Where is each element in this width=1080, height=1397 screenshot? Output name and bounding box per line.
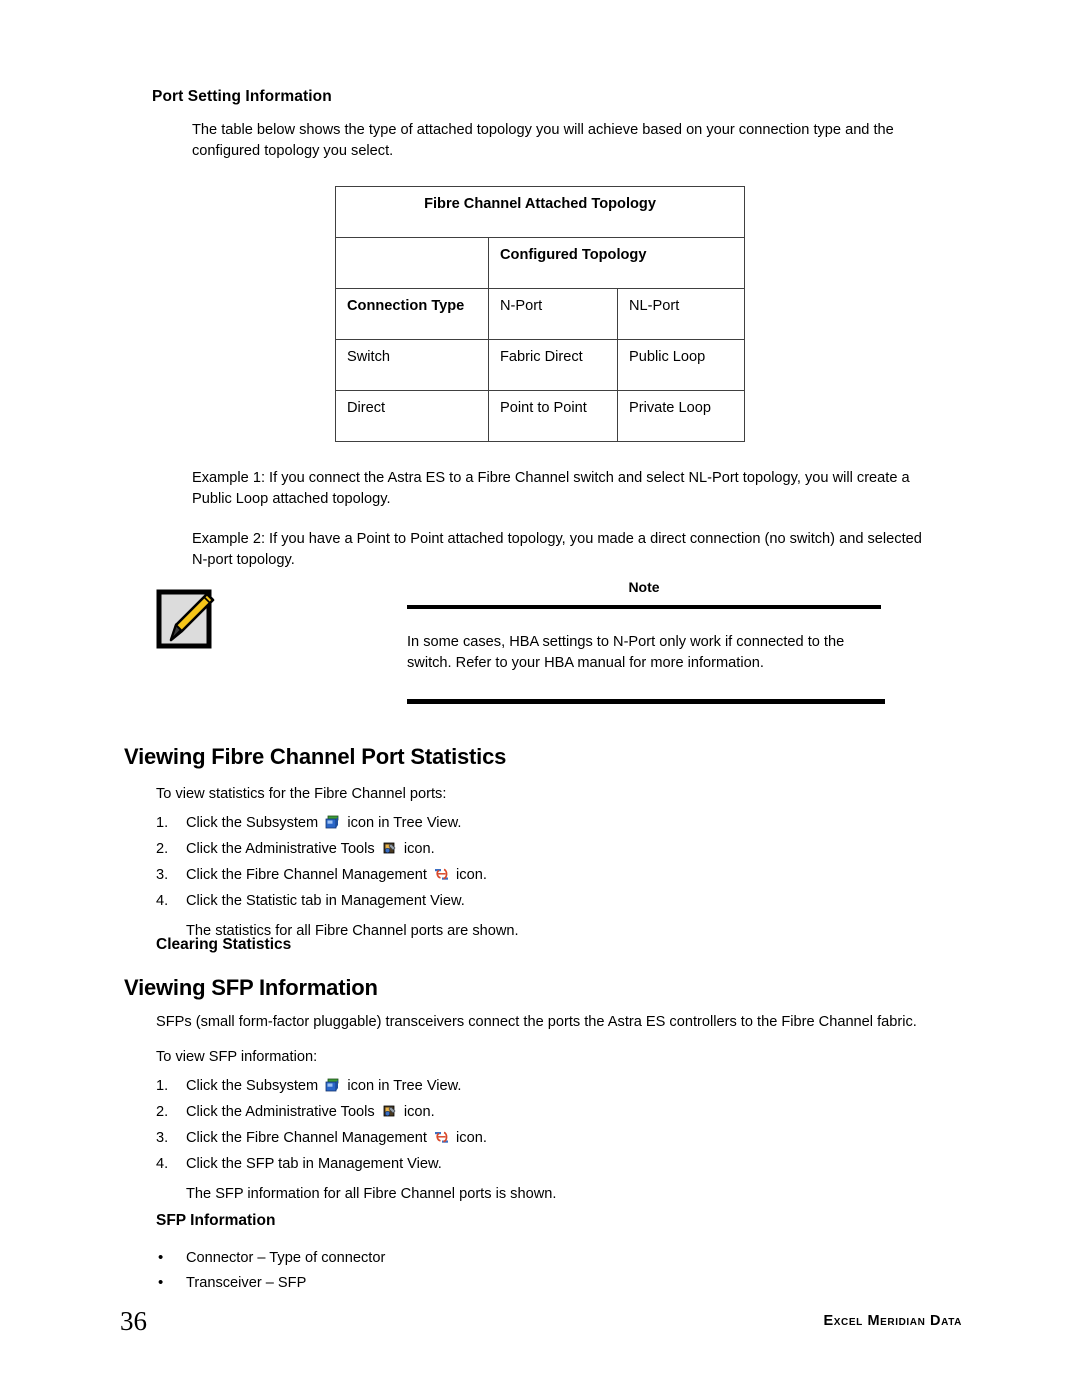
subsystem-icon xyxy=(325,815,340,830)
step-number: 3. xyxy=(156,1130,169,1146)
table-cell-n-port: Fabric Direct xyxy=(488,339,618,391)
step-text-pre: Click the Subsystem xyxy=(186,1078,319,1094)
note-body: In some cases, HBA settings to N-Port on… xyxy=(407,634,845,671)
section-viewing-sfp-information: Viewing SFP Information SFPs (small form… xyxy=(124,975,954,1205)
subsystem-icon xyxy=(325,1078,340,1093)
step-number: 4. xyxy=(156,893,169,909)
footer-brand: Excel Meridian Data xyxy=(823,1313,962,1329)
list-item: 4. Click the SFP tab in Management View. xyxy=(124,1154,954,1175)
section-viewing-port-statistics: Viewing Fibre Channel Port Statistics To… xyxy=(124,744,954,942)
table-row-header: Connection Type N-Port NL-Port xyxy=(335,288,746,340)
step-text-post: icon in Tree View. xyxy=(347,1078,462,1094)
step-number: 1. xyxy=(156,1078,169,1094)
table-cell-n-port: Point to Point xyxy=(488,390,618,442)
step-text-pre: Click the Administrative Tools xyxy=(186,1104,375,1120)
note-title: Note xyxy=(628,579,660,595)
administrative-tools-icon xyxy=(382,841,397,856)
list-item: 3. Click the Fibre Channel Management ic… xyxy=(124,865,954,886)
step-number: 2. xyxy=(156,841,169,857)
table-row: Direct Point to Point Private Loop xyxy=(335,390,746,442)
step-text-post: icon. xyxy=(403,841,435,857)
list-item: 1. Click the Subsystem icon in Tree View… xyxy=(124,813,954,834)
step-text-pre: Click the SFP tab in Management View. xyxy=(186,1156,442,1172)
examples-block: Example 1: If you connect the Astra ES t… xyxy=(192,468,934,590)
table-cell-connection: Direct xyxy=(335,390,489,442)
page-number: 36 xyxy=(120,1306,147,1336)
table-blank-cell xyxy=(335,237,489,289)
bullet-marker: • xyxy=(158,1274,164,1291)
sfp-heading: Viewing SFP Information xyxy=(124,975,378,1000)
stats-result-text: The statistics for all Fibre Channel por… xyxy=(186,923,519,939)
note-pencil-icon xyxy=(155,583,223,651)
administrative-tools-icon xyxy=(382,1104,397,1119)
example-1: Example 1: If you connect the Astra ES t… xyxy=(192,470,910,507)
example-2: Example 2: If you have a Point to Point … xyxy=(192,531,922,568)
sfp-result-text: The SFP information for all Fibre Channe… xyxy=(186,1186,557,1202)
bullet-marker: • xyxy=(158,1249,164,1266)
table-header-connection-type: Connection Type xyxy=(335,288,489,340)
clearing-statistics-heading: Clearing Statistics xyxy=(156,936,292,953)
sfp-information-heading: SFP Information xyxy=(156,1212,276,1229)
step-text-post: icon in Tree View. xyxy=(347,815,462,831)
port-setting-intro: The table below shows the type of attach… xyxy=(192,122,894,159)
list-item: 1. Click the Subsystem icon in Tree View… xyxy=(124,1076,954,1097)
section-port-setting: Port Setting Information The table below… xyxy=(152,88,952,162)
step-text-post: icon. xyxy=(456,1130,487,1146)
port-setting-heading: Port Setting Information xyxy=(152,88,332,105)
step-text-pre: Click the Statistic tab in Management Vi… xyxy=(186,893,465,909)
note-rule-bottom xyxy=(407,699,885,704)
note-rule-top xyxy=(407,605,881,609)
table-subheader-cell: Configured Topology xyxy=(487,237,746,289)
fibre-channel-management-icon xyxy=(434,1130,449,1145)
stats-lead: To view statistics for the Fibre Channel… xyxy=(156,786,447,802)
list-item: 4. Click the Statistic tab in Management… xyxy=(124,891,954,912)
step-text-pre: Click the Fibre Channel Management xyxy=(186,867,427,883)
step-number: 2. xyxy=(156,1104,169,1120)
table-row-subheader: Configured Topology xyxy=(335,237,746,289)
bullet-text: Transceiver – SFP xyxy=(186,1275,307,1291)
table-row-title: Fibre Channel Attached Topology xyxy=(334,186,746,238)
table-cell-nl-port: Public Loop xyxy=(616,339,746,391)
stats-step-list: 1. Click the Subsystem icon in Tree View… xyxy=(124,813,954,912)
sfp-lead: To view SFP information: xyxy=(156,1049,318,1065)
table-header-n-port: N-Port xyxy=(488,288,618,340)
sfp-intro: SFPs (small form-factor pluggable) trans… xyxy=(156,1014,917,1030)
list-item: 2. Click the Administrative Tools icon. xyxy=(124,1102,954,1123)
step-number: 1. xyxy=(156,815,169,831)
step-number: 4. xyxy=(156,1156,169,1172)
table-row: Switch Fabric Direct Public Loop xyxy=(335,339,746,391)
document-page: Port Setting Information The table below… xyxy=(0,0,1080,1397)
list-item: 3. Click the Fibre Channel Management ic… xyxy=(124,1128,954,1149)
note-callout: Note In some cases, HBA settings to N-Po… xyxy=(155,575,885,710)
list-item: 2. Click the Administrative Tools icon. xyxy=(124,839,954,860)
table-title-cell: Fibre Channel Attached Topology xyxy=(334,186,746,238)
topology-table: Fibre Channel Attached Topology Configur… xyxy=(334,186,746,442)
step-text-pre: Click the Administrative Tools xyxy=(186,841,375,857)
step-text-pre: Click the Fibre Channel Management xyxy=(186,1130,427,1146)
step-text-post: icon. xyxy=(403,1104,435,1120)
bullet-text: Connector – Type of connector xyxy=(186,1250,386,1266)
table-cell-connection: Switch xyxy=(335,339,489,391)
table-cell-nl-port: Private Loop xyxy=(616,390,746,442)
list-item: • Transceiver – SFP xyxy=(124,1273,724,1294)
table-header-nl-port: NL-Port xyxy=(616,288,746,340)
list-item: • Connector – Type of connector xyxy=(124,1248,724,1269)
sfp-information-bullet-list: • Connector – Type of connector • Transc… xyxy=(124,1248,724,1298)
stats-heading: Viewing Fibre Channel Port Statistics xyxy=(124,744,507,769)
step-text-pre: Click the Subsystem xyxy=(186,815,319,831)
step-text-post: icon. xyxy=(456,867,487,883)
fibre-channel-management-icon xyxy=(434,867,449,882)
step-number: 3. xyxy=(156,867,169,883)
sfp-step-list: 1. Click the Subsystem icon in Tree View… xyxy=(124,1076,954,1175)
